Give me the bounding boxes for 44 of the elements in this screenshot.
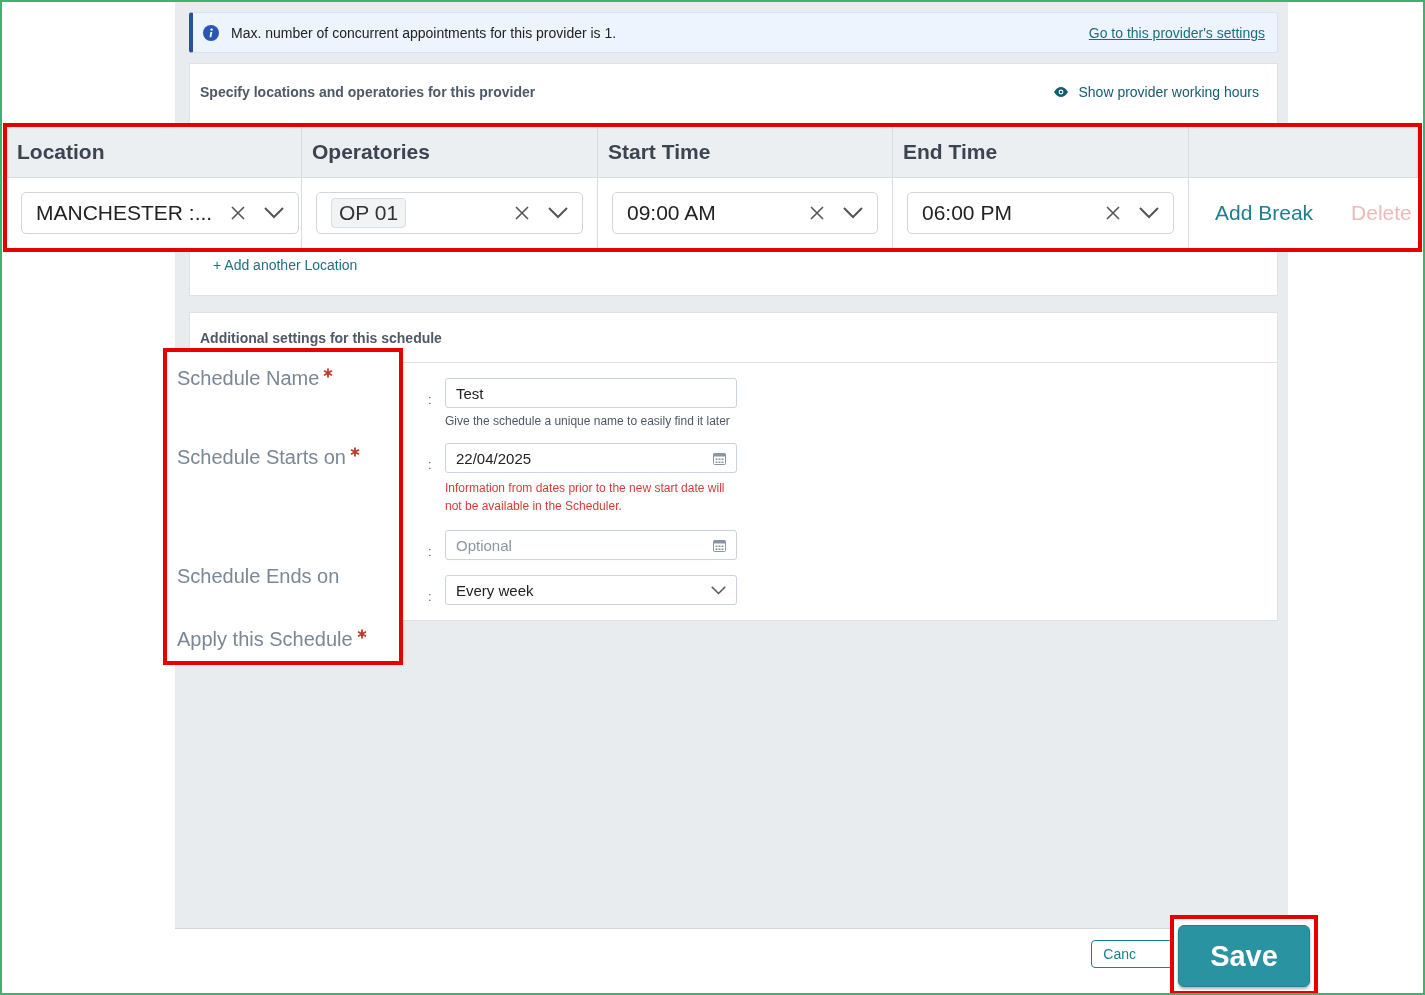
dropdown[interactable]: OP 01 [316,192,583,234]
dropdown[interactable]: 09:00 AM [612,192,878,234]
field-label: Schedule Name [177,366,320,390]
colon-separator: : [428,543,433,559]
chevron-down-icon[interactable] [843,207,863,219]
date-field[interactable]: 22/04/2025 [445,443,737,473]
eye-icon [1054,87,1069,97]
text-field[interactable]: Test [445,378,737,408]
colon-separator: : [428,391,433,407]
chevron-down-icon[interactable] [548,207,568,219]
clear-icon[interactable] [230,205,247,221]
warning-text: Information from dates prior to the new start date will not be available in the Scheduler. [445,480,726,515]
calendar-icon[interactable] [713,538,726,552]
clear-icon[interactable] [514,205,530,221]
dropdown[interactable]: MANCHESTER :... [21,192,300,234]
add-location-link[interactable]: + Add another Location [213,257,358,273]
section-title: Additional settings for this schedule [200,330,442,346]
dropdown[interactable]: 06:00 PM [907,192,1174,234]
field-hint: Give the schedule a unique name to easily find it later [445,414,731,428]
column-header: Location [7,127,302,178]
field-label: Schedule Ends on [177,564,340,588]
action-link[interactable]: Add Break [1215,201,1314,225]
save-button[interactable]: Save [1178,925,1310,987]
settings-link[interactable]: Go to this provider's settings [1088,24,1265,41]
colon-separator: : [428,456,433,472]
clear-icon[interactable] [809,205,825,221]
field-label: Schedule Starts on [177,445,346,469]
column-header: End Time [893,127,1189,178]
clear-icon[interactable] [1105,205,1121,221]
dropdown[interactable]: Every week [445,575,737,605]
chevron-down-icon[interactable] [1139,207,1159,219]
chevron-down-icon[interactable] [264,207,285,219]
cancel-button[interactable]: Canc [1091,940,1173,968]
working-hours-toggle[interactable]: Show provider working hours [1054,84,1259,100]
field-label: Apply this Schedule [177,627,353,651]
banner-message: Max. number of concurrent appointments for this provider is 1. [231,24,618,41]
tag-chip: OP 01 [331,198,407,228]
info-icon [203,24,219,41]
colon-separator: : [428,588,433,604]
column-header: Operatories [302,127,598,178]
column-header: Start Time [598,127,893,178]
calendar-icon[interactable] [713,451,726,465]
section-title: Specify locations and operatories for this provider [200,84,536,100]
chevron-down-icon[interactable] [711,585,726,595]
